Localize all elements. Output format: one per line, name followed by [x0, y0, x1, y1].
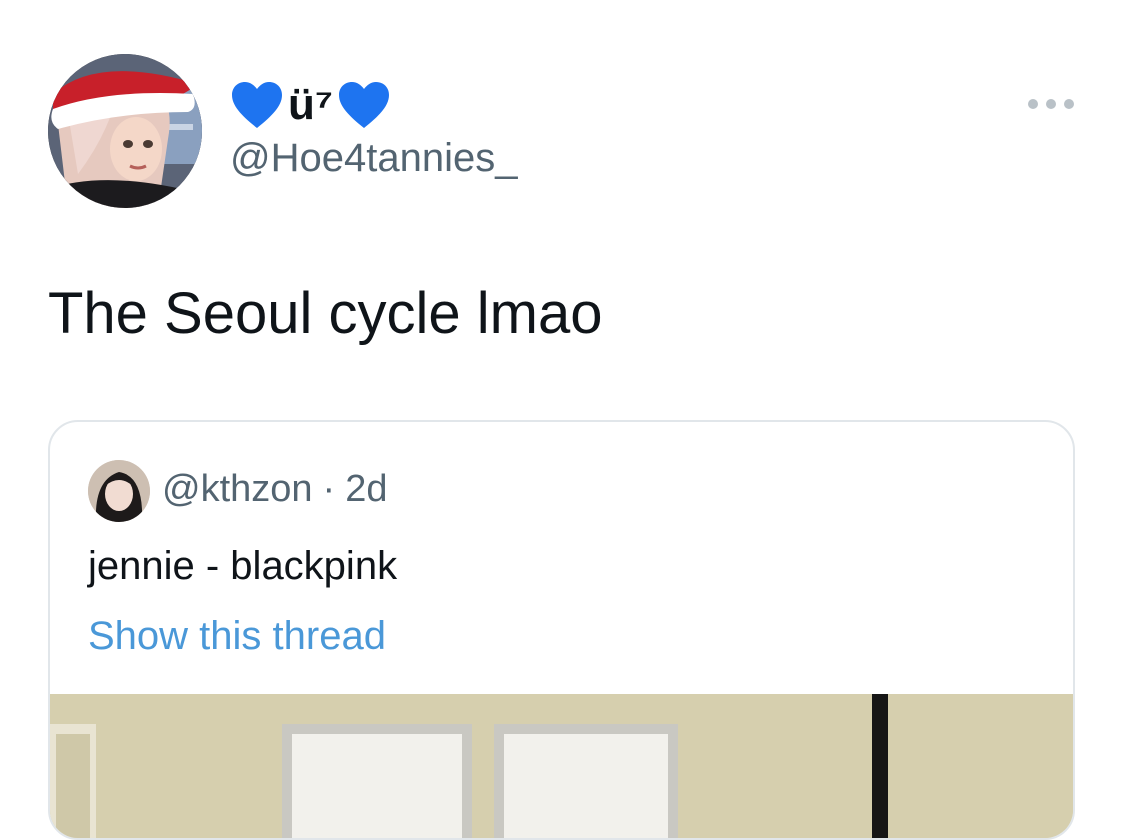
tweet-avatar[interactable] — [48, 54, 202, 208]
avatar-image — [48, 54, 202, 208]
author-display-name: ü⁷ — [288, 80, 334, 129]
more-dot-icon — [1028, 99, 1038, 109]
show-thread-link[interactable]: Show this thread — [88, 616, 386, 656]
quoted-header: @kthzon · 2d — [162, 470, 387, 508]
author-handle[interactable]: @Hoe4tannies_ — [230, 138, 517, 178]
quoted-text: jennie - blackpink — [88, 544, 398, 588]
more-dot-icon — [1046, 99, 1056, 109]
separator-dot: · — [322, 468, 336, 510]
blue-heart-icon — [232, 82, 282, 128]
more-dot-icon — [1064, 99, 1074, 109]
blue-heart-icon — [339, 82, 390, 128]
quoted-avatar-image — [88, 460, 150, 522]
quoted-handle[interactable]: @kthzon — [162, 470, 313, 508]
tweet-text: The Seoul cycle lmao — [48, 281, 603, 346]
quoted-avatar[interactable] — [88, 460, 150, 522]
quoted-timestamp[interactable]: 2d — [345, 470, 387, 508]
media-photo — [50, 694, 1073, 838]
quoted-tweet-card[interactable]: @kthzon · 2d jennie - blackpink Show thi… — [48, 420, 1075, 840]
more-options-button[interactable] — [1028, 94, 1074, 114]
quoted-media-image[interactable] — [50, 694, 1073, 838]
author-name-row[interactable]: ü⁷ — [230, 76, 391, 134]
